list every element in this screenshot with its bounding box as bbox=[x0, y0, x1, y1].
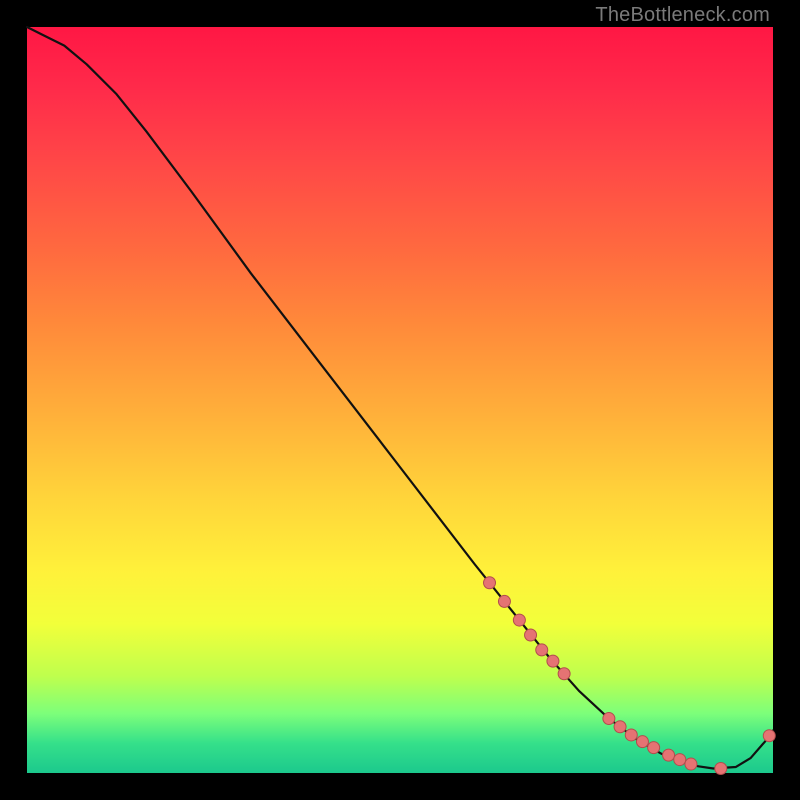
marker-dot bbox=[513, 614, 525, 626]
marker-dot bbox=[536, 644, 548, 656]
marker-dot bbox=[614, 721, 626, 733]
marker-dot bbox=[674, 754, 686, 766]
marker-dot bbox=[685, 758, 697, 770]
marker-dot bbox=[763, 730, 775, 742]
marker-dot bbox=[558, 668, 570, 680]
attribution-text: TheBottleneck.com bbox=[595, 4, 770, 27]
marker-dot bbox=[525, 629, 537, 641]
marker-dot bbox=[648, 742, 660, 754]
marker-dot bbox=[547, 655, 559, 667]
marker-dot bbox=[498, 595, 510, 607]
chart-stage: TheBottleneck.com bbox=[0, 0, 800, 800]
curve-svg bbox=[27, 27, 773, 773]
marker-dot bbox=[603, 713, 615, 725]
marker-dot bbox=[663, 749, 675, 761]
marker-dots-group bbox=[484, 577, 776, 775]
gradient-plot-area bbox=[27, 27, 773, 773]
marker-dot bbox=[625, 729, 637, 741]
marker-dot bbox=[715, 763, 727, 775]
bottleneck-curve bbox=[27, 27, 773, 769]
marker-dot bbox=[636, 736, 648, 748]
marker-dot bbox=[484, 577, 496, 589]
